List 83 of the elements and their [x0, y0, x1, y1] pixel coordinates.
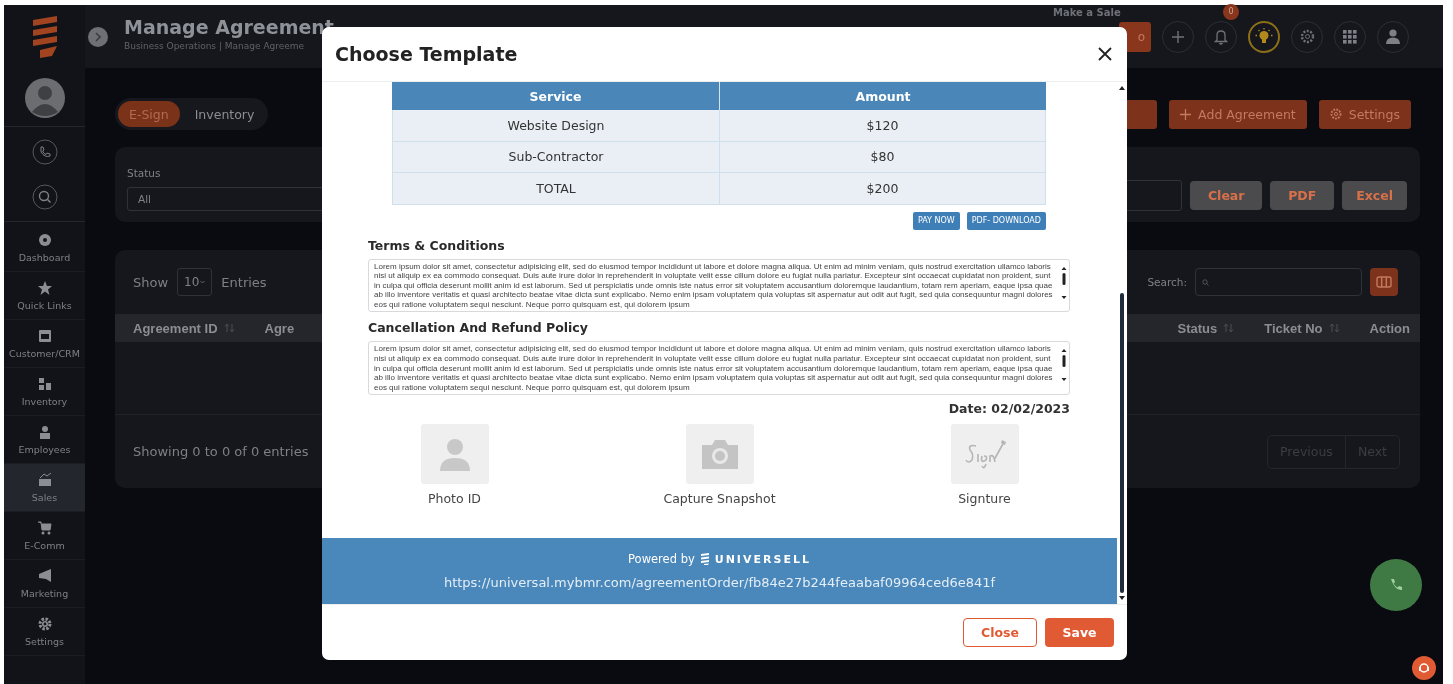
tab[interactable]: Inventory — [183, 101, 266, 127]
chevron-right-icon — [94, 31, 102, 42]
agreement-link[interactable]: https://universal.mybmr.com/agreementOrder/fb84e27b244feaabaf09964ced6e841f — [443, 575, 996, 590]
logo-icon — [699, 553, 710, 565]
phone-icon — [1389, 578, 1403, 592]
scroll-up-icon[interactable] — [1119, 86, 1125, 90]
gear-icon — [1329, 108, 1342, 120]
invoice-column-header: Service — [528, 87, 583, 106]
powered-by-label: Powered by — [628, 552, 695, 566]
megaphone-icon — [37, 568, 52, 583]
notification-badge: 0 — [1223, 3, 1239, 20]
page-size-select[interactable]: 10 — [177, 268, 213, 296]
invoice-cell: $80 — [719, 141, 1045, 172]
invoice-button[interactable]: PDF- DOWNLOAD — [966, 211, 1046, 230]
export-button[interactable]: Excel — [1342, 181, 1407, 210]
show-label: Show — [133, 274, 169, 290]
make-a-sale-label: Make a Sale — [1053, 6, 1121, 19]
section-heading: Terms & Conditions — [368, 237, 506, 253]
page-title: Manage Agreement — [124, 16, 334, 38]
save-button[interactable]: Save — [1045, 618, 1114, 647]
dialog-title: Choose Template — [335, 43, 518, 65]
add-agreement-button[interactable]: Add Agreement — [1169, 99, 1307, 129]
breadcrumb: Business Operations | Manage Agreeme — [124, 41, 306, 51]
sidebar-item[interactable]: Marketing — [4, 560, 85, 608]
text-area[interactable]: Lorem ipsum dolor sit amet, consectetur adipisicing elit, sed do eiusmod tempor incididunt ut labore et dolore magna aliqua. Ut enim ad minim veniam, quis nostrud exercitation ullamco laboris nisi ut aliquip ex ea commodo consequat. Duis aute irure dolor in reprehenderit in voluptate velit esse cillum dolore eu fugiat nulla pariatur. Excepteur sint occaecat cupidatat non proident, sunt in culpa qui officia deserunt mollit anim id est laborum. Sed ut perspiciatis unde omnis iste natus error sit voluptatem accusantium doloremque laudantium, totam rem aperiam, eaque ipsa quae ab illo inventore veritatis et quasi architecto beatae vitae dicta sunt explicabo. Nemo enim ipsam voluptatem quia voluptas sit aspernatur aut odit aut fugit, sed quia consequuntur magni dolores eos qui ratione voluptatem sequi nesciunt. Neque porro quisquam est, qui dolorem ipsum — [368, 258, 1070, 313]
invoice-cell: $120 — [719, 110, 1045, 141]
avatar-icon[interactable] — [24, 78, 65, 118]
plus-icon — [1180, 108, 1192, 120]
sidebar-item[interactable]: Customer/CRM — [4, 320, 85, 368]
sidebar-item[interactable]: Settings — [4, 608, 85, 656]
star-icon — [37, 280, 52, 295]
scroll-down-icon[interactable] — [1119, 596, 1125, 600]
attachment-label: Photo ID — [428, 491, 481, 507]
invoice-cell-text: Sub-Contractor — [507, 148, 605, 167]
close-button[interactable]: Close — [963, 618, 1037, 647]
cart-icon — [37, 520, 52, 535]
phone-icon[interactable] — [31, 139, 58, 165]
person-icon — [37, 424, 52, 439]
columns-button[interactable] — [1370, 268, 1398, 296]
invoice-cell-text: Website Design — [506, 116, 606, 135]
columns-icon — [1376, 276, 1392, 288]
column-header[interactable]: Agreement ID — [133, 320, 235, 336]
sidebar-item[interactable]: Quick Links — [4, 272, 85, 320]
lightbulb-icon[interactable] — [1248, 20, 1280, 53]
brand-name: UNIVERSELL — [714, 552, 811, 566]
boxes-icon — [37, 376, 52, 391]
export-button[interactable]: PDF — [1270, 181, 1335, 210]
search-icon — [1202, 278, 1209, 286]
column-header[interactable]: Ticket No — [1264, 320, 1340, 336]
sidebar-item[interactable]: Inventory — [4, 368, 85, 416]
search-field[interactable] — [1195, 268, 1362, 296]
close-icon[interactable] — [1096, 45, 1114, 63]
column-header[interactable]: Status — [1177, 320, 1235, 336]
search-icon[interactable] — [31, 184, 58, 210]
sidebar-item[interactable]: Sales — [4, 464, 85, 512]
invoice-cell: $200 — [719, 173, 1045, 204]
dashboard-icon — [37, 232, 52, 247]
entries-info: Showing 0 to 0 of 0 entries — [133, 444, 309, 459]
text-area[interactable]: Lorem ipsum dolor sit amet, consectetur adipisicing elit, sed do eiusmod tempor incididunt ut labore et dolore magna aliqua. Ut enim ad minim veniam, quis nostrud exercitation ullamco laboris nisi ut aliquip ex ea commodo consequat. Duis aute irure dolor in reprehenderit in voluptate velit esse cillum dolore eu fugiat nulla pariatur. Excepteur sint occaecat cupidatat non proident, sunt in culpa qui officia deserunt mollit anim id est laborum. Sed ut perspiciatis unde omnis iste natus error sit voluptatem accusantium doloremque laudantium, totam rem aperiam, eaque ipsa quae ab illo inventore veritatis et quasi architecto beatae vitae dicta sunt explicabo. Nemo enim ipsam voluptatem quia voluptas sit aspernatur aut odit aut fugit, sed quia consequuntur magni dolores eos qui ratione voluptatem sequi nesciunt. Neque porro quisquam est, qui dolorem ipsum — [368, 341, 1070, 396]
sidebar-item[interactable]: E-Comm — [4, 512, 85, 560]
invoice-button[interactable]: PAY NOW — [912, 211, 960, 230]
scrollbar-thumb[interactable] — [1120, 293, 1124, 593]
caret-icon — [200, 280, 206, 284]
section-heading: Cancellation And Refund Policy — [368, 320, 589, 336]
agreement-date: Date: 02/02/2023 — [948, 401, 1070, 417]
search-label: Search: — [1147, 276, 1187, 288]
scrollbar-icon[interactable] — [1061, 348, 1067, 383]
id-card-icon — [37, 328, 52, 343]
status-label: Status — [127, 167, 162, 179]
column-header[interactable]: Agre — [264, 320, 295, 336]
entries-label: Entries — [221, 274, 267, 290]
scrollbar-icon[interactable] — [1061, 265, 1067, 300]
settings-button[interactable]: Settings — [1318, 99, 1411, 129]
attachment-label: Capture Snapshot — [663, 491, 776, 507]
gear-icon — [37, 616, 52, 631]
sidebar-item[interactable]: Dashboard — [4, 224, 85, 272]
invoice-cell-text: TOTAL — [535, 179, 577, 198]
expand-button[interactable] — [88, 26, 108, 47]
chart-icon — [37, 472, 52, 487]
column-header[interactable]: Action — [1369, 320, 1410, 336]
headset-icon — [1418, 662, 1430, 674]
export-button[interactable]: Clear — [1190, 181, 1263, 210]
attachment-label: Signture — [958, 491, 1011, 507]
